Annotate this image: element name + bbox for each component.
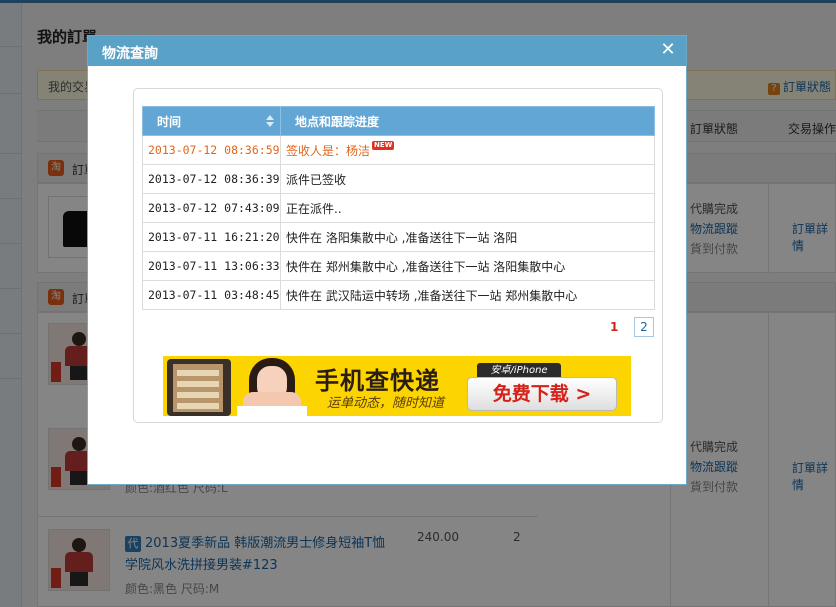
event-time: 2013-07-11 13:06:33 (142, 251, 281, 281)
download-group: 安卓/iPhone 免费下载 > (467, 363, 619, 411)
tracking-panel: 时间 地点和跟踪进度 2013-07-12 08:36:59 签收人是：杨洁 NE… (133, 88, 663, 423)
table-row: 2013-07-12 08:36:39 派件已签收 (142, 164, 655, 194)
close-icon[interactable]: ✕ (658, 39, 678, 61)
banner-headline: 手机查快递 (315, 367, 440, 395)
modal-title: 物流查詢 (102, 46, 158, 62)
new-badge: NEW (372, 140, 395, 150)
event-time: 2013-07-11 16:21:20 (142, 222, 281, 252)
modal-header: 物流查詢 ✕ (88, 36, 686, 66)
banner-subline: 运单动态，随时知道 (327, 396, 445, 411)
event-desc: 快件在 郑州集散中心 ,准备送往下一站 洛阳集散中心 (280, 251, 655, 281)
table-row: 2013-07-11 16:21:20 快件在 洛阳集散中心 ,准备送往下一站 … (142, 222, 655, 252)
event-desc: 签收人是：杨洁 NEW (280, 135, 655, 165)
event-desc: 正在派件.. (280, 193, 655, 223)
logistics-modal: 物流查詢 ✕ 时间 地点和跟踪进度 2013-07-12 08:36:59 签收… (87, 35, 687, 485)
table-row: 2013-07-12 08:36:59 签收人是：杨洁 NEW (142, 135, 655, 165)
event-time: 2013-07-12 08:36:39 (142, 164, 281, 194)
app-download-banner[interactable]: 手机查快递 运单动态，随时知道 安卓/iPhone 免费下载 > (163, 356, 631, 416)
tracking-table: 时间 地点和跟踪进度 2013-07-12 08:36:59 签收人是：杨洁 NE… (142, 106, 655, 310)
model-image (237, 356, 307, 416)
event-time: 2013-07-12 07:43:09 (142, 193, 281, 223)
sort-icon[interactable] (266, 115, 274, 129)
location-column-header: 地点和跟踪进度 (280, 106, 655, 136)
event-time: 2013-07-12 08:36:59 (142, 135, 281, 165)
time-column-header[interactable]: 时间 (142, 106, 281, 136)
table-row: 2013-07-11 03:48:45 快件在 武汉陆运中转场 ,准备送往下一站… (142, 280, 655, 310)
download-button[interactable]: 免费下载 > (467, 377, 617, 411)
event-desc: 派件已签收 (280, 164, 655, 194)
pagination: 1 2 (598, 317, 654, 337)
table-row: 2013-07-11 13:06:33 快件在 郑州集散中心 ,准备送往下一站 … (142, 251, 655, 281)
event-time: 2013-07-11 03:48:45 (142, 280, 281, 310)
event-desc: 快件在 武汉陆运中转场 ,准备送往下一站 郑州集散中心 (280, 280, 655, 310)
phone-image (167, 359, 231, 416)
page-link[interactable]: 2 (634, 317, 654, 337)
page-current: 1 (609, 320, 619, 334)
event-desc: 快件在 洛阳集散中心 ,准备送往下一站 洛阳 (280, 222, 655, 252)
table-row: 2013-07-12 07:43:09 正在派件.. (142, 193, 655, 223)
